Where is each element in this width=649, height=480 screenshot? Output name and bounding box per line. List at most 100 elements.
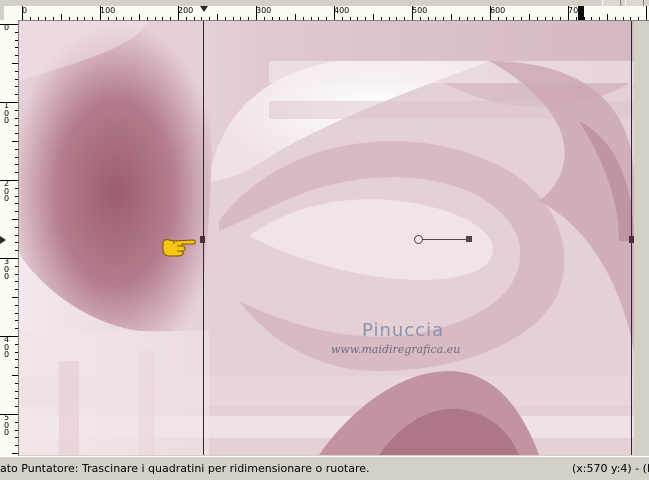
ruler-tick bbox=[15, 117, 18, 119]
ruler-tick bbox=[15, 289, 18, 291]
ruler-tick bbox=[15, 55, 18, 57]
ruler-tick bbox=[15, 390, 18, 392]
ruler-tick bbox=[607, 14, 608, 20]
ruler-tick bbox=[15, 281, 18, 283]
ruler-tick bbox=[341, 17, 343, 20]
ruler-tick bbox=[92, 17, 94, 20]
ruler-tick bbox=[521, 17, 523, 20]
ruler-tick bbox=[310, 17, 312, 20]
ruler-tick bbox=[560, 17, 562, 20]
ruler-tick bbox=[302, 17, 304, 20]
ruler-tick bbox=[209, 17, 211, 20]
rotation-arm bbox=[423, 239, 466, 240]
watermark-title: Pinuccia bbox=[362, 320, 445, 341]
ruler-tick bbox=[15, 195, 18, 197]
ruler-tick bbox=[404, 17, 406, 20]
ruler-tick bbox=[15, 156, 18, 158]
ruler-tick bbox=[15, 406, 18, 408]
ruler-tick bbox=[451, 14, 452, 20]
ruler-tick bbox=[12, 375, 18, 376]
ruler-label: 3 0 0 bbox=[3, 257, 10, 282]
ruler-tick bbox=[139, 14, 140, 20]
ruler-tick bbox=[68, 17, 70, 20]
ruler-tick bbox=[15, 382, 18, 384]
ruler-tick bbox=[45, 17, 47, 20]
ruler-tick bbox=[15, 203, 18, 205]
ruler-tick bbox=[12, 141, 18, 142]
ruler-label: 100 bbox=[100, 6, 116, 15]
horizontal-ruler[interactable]: 0 100 200 300 400 500 600 700 bbox=[4, 6, 649, 21]
guide-marker-icon[interactable] bbox=[200, 6, 208, 12]
ruler-tick bbox=[15, 78, 18, 80]
ruler-tick bbox=[15, 398, 18, 400]
ruler-tick bbox=[170, 17, 172, 20]
ruler-tick bbox=[15, 31, 18, 33]
resize-handle[interactable] bbox=[200, 236, 205, 243]
ruler-label: 5 0 0 bbox=[3, 413, 10, 438]
ruler-tick bbox=[217, 14, 218, 20]
ruler-label: 400 bbox=[334, 6, 350, 15]
ruler-tick bbox=[154, 17, 156, 20]
ruler-tick bbox=[357, 17, 359, 20]
ruler-tick bbox=[15, 86, 18, 88]
ruler-tick bbox=[380, 17, 382, 20]
ruler-tick bbox=[15, 250, 18, 252]
ruler-tick bbox=[15, 312, 18, 314]
ruler-tick bbox=[575, 17, 577, 20]
vertical-ruler[interactable]: 0 1 0 0 2 0 0 3 0 0 4 0 0 5 0 0 bbox=[0, 20, 19, 456]
ruler-tick bbox=[15, 343, 18, 345]
ruler-tick bbox=[474, 17, 476, 20]
ruler-tick bbox=[193, 17, 195, 20]
ruler-label: 0 bbox=[3, 23, 10, 32]
ruler-tick bbox=[614, 17, 616, 20]
ruler-tick bbox=[365, 17, 367, 20]
ruler-tick bbox=[37, 17, 39, 20]
ruler-label: 200 bbox=[178, 6, 194, 15]
ruler-tick bbox=[12, 297, 18, 298]
ruler-tick bbox=[318, 17, 320, 20]
ruler-tick bbox=[419, 17, 421, 20]
watermark-url: www.maidiregrafica.eu bbox=[331, 343, 461, 356]
ruler-tick bbox=[544, 17, 546, 20]
rotation-center-icon[interactable] bbox=[414, 235, 423, 244]
ruler-tick bbox=[15, 226, 18, 228]
ruler-tick bbox=[599, 17, 601, 20]
ruler-tick bbox=[15, 304, 18, 306]
ruler-tick bbox=[552, 17, 554, 20]
guide-marker-icon[interactable] bbox=[578, 6, 584, 20]
ruler-label: 500 bbox=[412, 6, 428, 15]
ruler-tick bbox=[15, 421, 18, 423]
ruler-tick bbox=[15, 359, 18, 361]
ruler-tick bbox=[15, 47, 18, 49]
cursor-coordinates: (x:570 y:4) - (R bbox=[572, 462, 649, 475]
rotation-handle[interactable] bbox=[466, 236, 472, 242]
ruler-tick bbox=[15, 445, 18, 447]
ruler-tick bbox=[15, 367, 18, 369]
ruler-tick bbox=[15, 429, 18, 431]
ruler-tick bbox=[15, 273, 18, 275]
ruler-tick bbox=[646, 6, 647, 20]
ruler-tick bbox=[458, 17, 460, 20]
ruler-tick bbox=[15, 187, 18, 189]
ruler-label: 600 bbox=[490, 6, 506, 15]
ruler-tick bbox=[497, 17, 499, 20]
image-canvas[interactable] bbox=[19, 21, 634, 455]
ruler-tick bbox=[15, 211, 18, 213]
ruler-tick bbox=[15, 94, 18, 96]
ruler-tick bbox=[84, 17, 86, 20]
ruler-tick bbox=[15, 109, 18, 111]
ruler-label: 4 0 0 bbox=[3, 335, 10, 360]
ruler-tick bbox=[162, 17, 164, 20]
ruler-label: 0 bbox=[22, 6, 28, 15]
ruler-tick bbox=[232, 17, 234, 20]
ruler-tick bbox=[15, 242, 18, 244]
ruler-tick bbox=[482, 17, 484, 20]
ruler-tick bbox=[435, 17, 437, 20]
ruler-tick bbox=[240, 17, 242, 20]
ruler-tick bbox=[505, 17, 507, 20]
ruler-tick bbox=[15, 437, 18, 439]
guide-marker-icon[interactable] bbox=[0, 236, 6, 244]
resize-handle[interactable] bbox=[629, 236, 634, 243]
ruler-tick bbox=[76, 17, 78, 20]
ruler-tick bbox=[15, 164, 18, 166]
